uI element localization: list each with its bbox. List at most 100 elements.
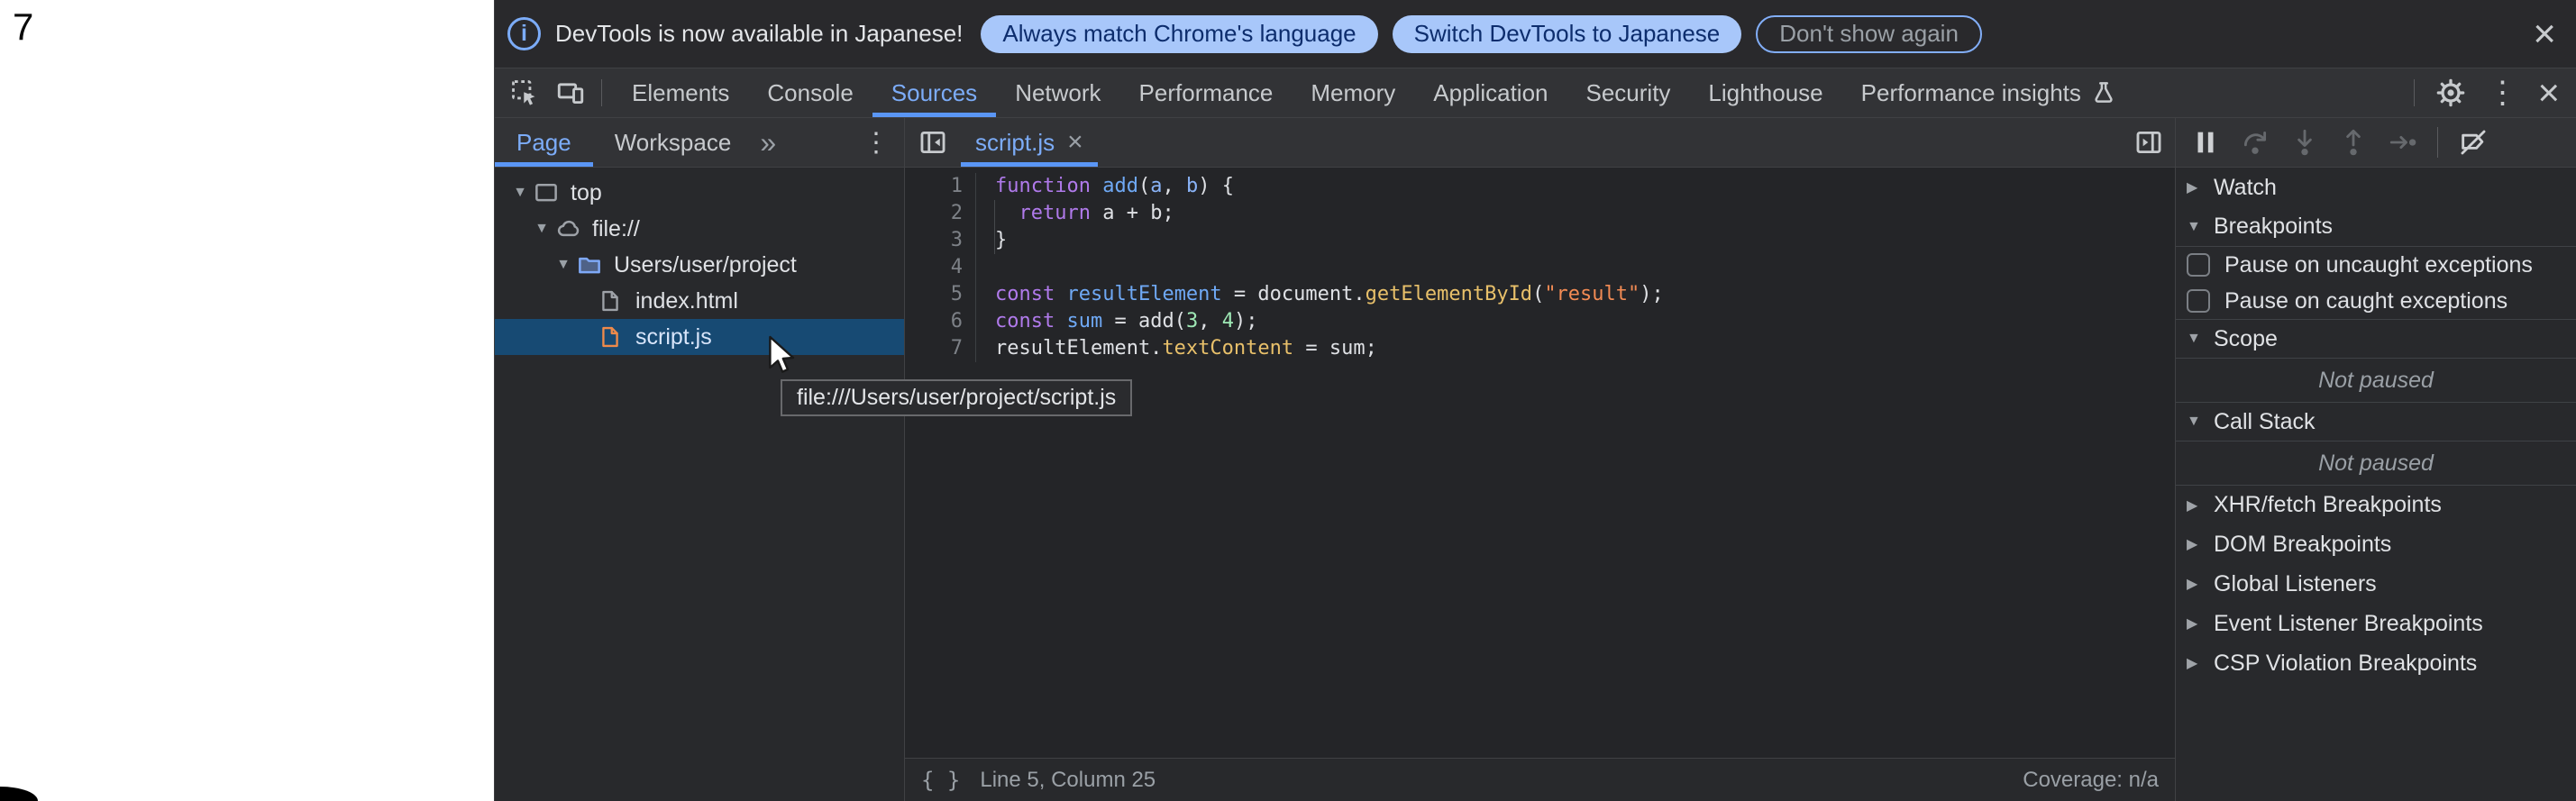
tab-security[interactable]: Security: [1567, 68, 1690, 117]
expanded-arrow-icon[interactable]: ▼: [507, 185, 533, 201]
tab-elements[interactable]: Elements: [613, 68, 748, 117]
pause-icon[interactable]: [2190, 127, 2221, 158]
expanded-arrow-icon[interactable]: ▼: [529, 221, 554, 237]
expanded-arrow-icon: ▼: [2187, 331, 2214, 347]
infobar-button-always-match-chrome-s-language[interactable]: Always match Chrome's language: [981, 15, 1377, 53]
checkbox-box[interactable]: [2187, 253, 2210, 277]
main-toolbar: Elements ConsoleSources Network Performance…: [495, 68, 2576, 118]
step-over-icon[interactable]: [2239, 127, 2271, 158]
tab-performance-insights[interactable]: Performance insights: [1842, 68, 2136, 117]
expanded-arrow-icon: ▼: [2187, 219, 2214, 235]
tab-label: Network: [1015, 79, 1101, 107]
toolbar-separator: [601, 79, 602, 106]
tree-item-script-js[interactable]: script.js: [495, 319, 904, 355]
settings-gear-icon[interactable]: [2434, 77, 2467, 109]
not-paused-message: Not paused: [2176, 441, 2576, 485]
tree-item-file[interactable]: ▼ file://: [495, 211, 904, 247]
checkbox-pause-on-uncaught-exceptions[interactable]: Pause on uncaught exceptions: [2176, 247, 2576, 283]
frame-icon: [533, 179, 565, 206]
page-result-text: 7: [13, 5, 33, 49]
code-line[interactable]: 7resultElement.textContent = sum;: [905, 335, 2175, 362]
code-line-text: const resultElement = document.getElemen…: [976, 281, 1664, 308]
file-tab-close-icon[interactable]: ×: [1067, 129, 1083, 156]
main-tabs: Elements ConsoleSources Network Performance…: [613, 68, 2136, 117]
step-into-icon[interactable]: [2289, 127, 2320, 158]
file-tab-scriptjs[interactable]: script.js ×: [961, 118, 1098, 167]
checkbox-pause-on-caught-exceptions[interactable]: Pause on caught exceptions: [2176, 283, 2576, 319]
tab-performance[interactable]: Performance: [1120, 68, 1293, 117]
tab-label: Application: [1433, 79, 1548, 107]
section-dom-breakpoints[interactable]: ▶DOM Breakpoints: [2176, 524, 2576, 564]
code-line[interactable]: 5const resultElement = document.getEleme…: [905, 281, 2175, 308]
line-number[interactable]: 6: [905, 308, 975, 335]
navigator-kebab-icon[interactable]: ⋮: [863, 118, 904, 167]
code-line-text: function add(a, b) {: [976, 173, 1234, 200]
editor-pane: script.js × 1function add(a, b) {2 retur…: [905, 118, 2175, 801]
tree-item-label: top: [571, 180, 602, 206]
line-number[interactable]: 4: [905, 254, 975, 281]
code-line[interactable]: 2 return a + b;: [905, 200, 2175, 227]
collapsed-arrow-icon: ▶: [2187, 178, 2214, 196]
code-line[interactable]: 6const sum = add(3, 4);: [905, 308, 2175, 335]
code-line[interactable]: 1function add(a, b) {: [905, 173, 2175, 200]
section-scope[interactable]: ▼Scope: [2176, 319, 2576, 359]
section-csp-violation-breakpoints[interactable]: ▶CSP Violation Breakpoints: [2176, 643, 2576, 683]
tree-item-top[interactable]: ▼ top: [495, 175, 904, 211]
infobar-close-icon[interactable]: ×: [2533, 14, 2556, 54]
step-out-icon[interactable]: [2338, 127, 2369, 158]
section-event-listener-breakpoints[interactable]: ▶Event Listener Breakpoints: [2176, 604, 2576, 643]
infobar-button-switch-devtools-to-japanese[interactable]: Switch DevTools to Japanese: [1393, 15, 1742, 53]
tab-lighthouse[interactable]: Lighthouse: [1689, 68, 1841, 117]
more-tabs-icon[interactable]: »: [753, 118, 783, 167]
step-icon[interactable]: [2387, 127, 2419, 158]
section-call-stack[interactable]: ▼Call Stack: [2176, 402, 2576, 441]
tab-page[interactable]: Page: [495, 118, 593, 167]
line-number[interactable]: 7: [905, 335, 975, 362]
tree-item-index-html[interactable]: index.html: [495, 283, 904, 319]
expanded-arrow-icon[interactable]: ▼: [551, 257, 576, 273]
tree-item-label: script.js: [635, 324, 712, 350]
show-debugger-sidebar-icon[interactable]: [2123, 118, 2175, 167]
tab-application[interactable]: Application: [1414, 68, 1567, 117]
checkbox-box[interactable]: [2187, 289, 2210, 313]
pretty-print-icon[interactable]: { }: [921, 768, 960, 793]
inspect-element-icon[interactable]: [509, 77, 540, 108]
section-watch[interactable]: ▶Watch: [2176, 168, 2576, 207]
tab-memory[interactable]: Memory: [1292, 68, 1414, 117]
deactivate-breakpoints-icon[interactable]: [2456, 127, 2490, 158]
line-number[interactable]: 2: [905, 200, 975, 227]
navigator-tabs: Page Workspace » ⋮: [495, 118, 904, 168]
tab-label: Memory: [1311, 79, 1395, 107]
code-line[interactable]: 3}: [905, 227, 2175, 254]
editor-statusbar: { } Line 5, Column 25 Coverage: n/a: [905, 758, 2175, 801]
section-breakpoints[interactable]: ▼Breakpoints: [2176, 207, 2576, 247]
tree-item-users-user-project[interactable]: ▼Users/user/project: [495, 247, 904, 283]
section-label: DOM Breakpoints: [2214, 532, 2391, 558]
section-xhr-fetch-breakpoints[interactable]: ▶XHR/fetch Breakpoints: [2176, 485, 2576, 524]
hide-navigator-icon[interactable]: [905, 118, 961, 167]
tree-item-label: file://: [592, 216, 640, 242]
folder-icon: [576, 251, 608, 278]
tab-console[interactable]: Console: [748, 68, 872, 117]
code-line[interactable]: 4: [905, 254, 2175, 281]
collapsed-arrow-icon: ▶: [2187, 614, 2214, 633]
tab-network[interactable]: Network: [996, 68, 1119, 117]
tab-label: Elements: [632, 79, 729, 107]
tab-workspace[interactable]: Workspace: [593, 118, 754, 167]
line-number[interactable]: 5: [905, 281, 975, 308]
infobar-button-don-t-show-again[interactable]: Don't show again: [1756, 15, 1982, 53]
toolbar-separator: [2437, 127, 2438, 158]
tab-sources[interactable]: Sources: [872, 68, 996, 117]
section-label: Breakpoints: [2214, 214, 2333, 240]
line-number[interactable]: 3: [905, 227, 975, 254]
debugger-toolbar: [2176, 118, 2576, 168]
device-toolbar-icon[interactable]: [554, 77, 587, 108]
code-editor[interactable]: 1function add(a, b) {2 return a + b;3}45…: [905, 168, 2175, 758]
section-global-listeners[interactable]: ▶Global Listeners: [2176, 564, 2576, 604]
more-options-kebab-icon[interactable]: ⋮: [2487, 75, 2517, 111]
line-number[interactable]: 1: [905, 173, 975, 200]
infobar-actions: Always match Chrome's language Switch Dev…: [981, 15, 1982, 53]
devtools-close-icon[interactable]: ×: [2537, 74, 2560, 112]
checkbox-label: Pause on uncaught exceptions: [2224, 252, 2533, 278]
language-infobar: i DevTools is now available in Japanese!…: [495, 0, 2576, 68]
